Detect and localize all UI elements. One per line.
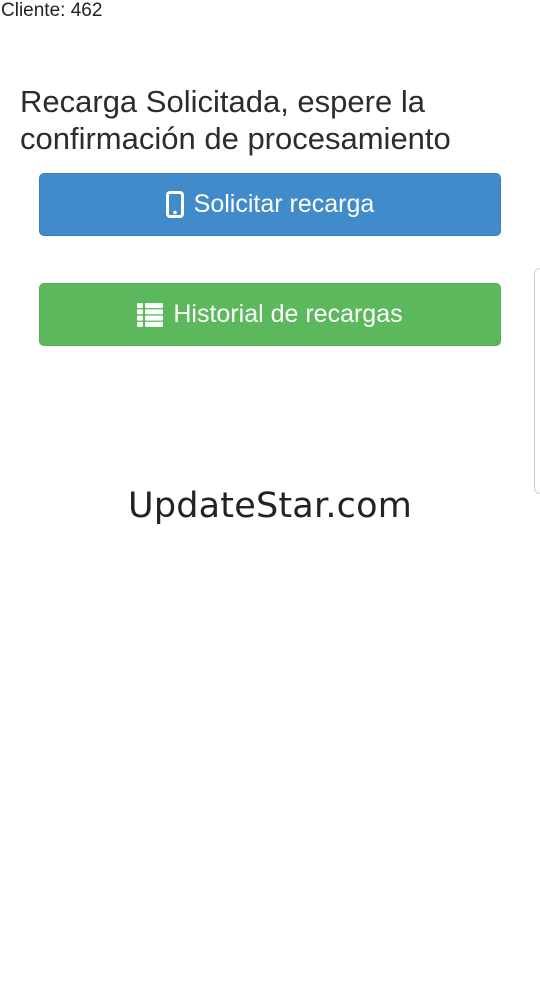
page-title: Recarga Solicitada, espere la confirmaci… — [20, 84, 451, 156]
recharge-history-label: Historial de recargas — [173, 300, 403, 328]
watermark: UpdateStar.com — [128, 486, 412, 526]
client-label: Cliente: 462 — [1, 0, 103, 21]
list-icon — [137, 302, 164, 327]
recharge-history-button[interactable]: Historial de recargas — [39, 283, 501, 346]
request-recharge-button[interactable]: Solicitar recarga — [39, 173, 501, 236]
mobile-phone-icon — [165, 191, 184, 218]
request-recharge-label: Solicitar recarga — [193, 190, 375, 218]
edge-panel-handle[interactable] — [534, 268, 540, 494]
